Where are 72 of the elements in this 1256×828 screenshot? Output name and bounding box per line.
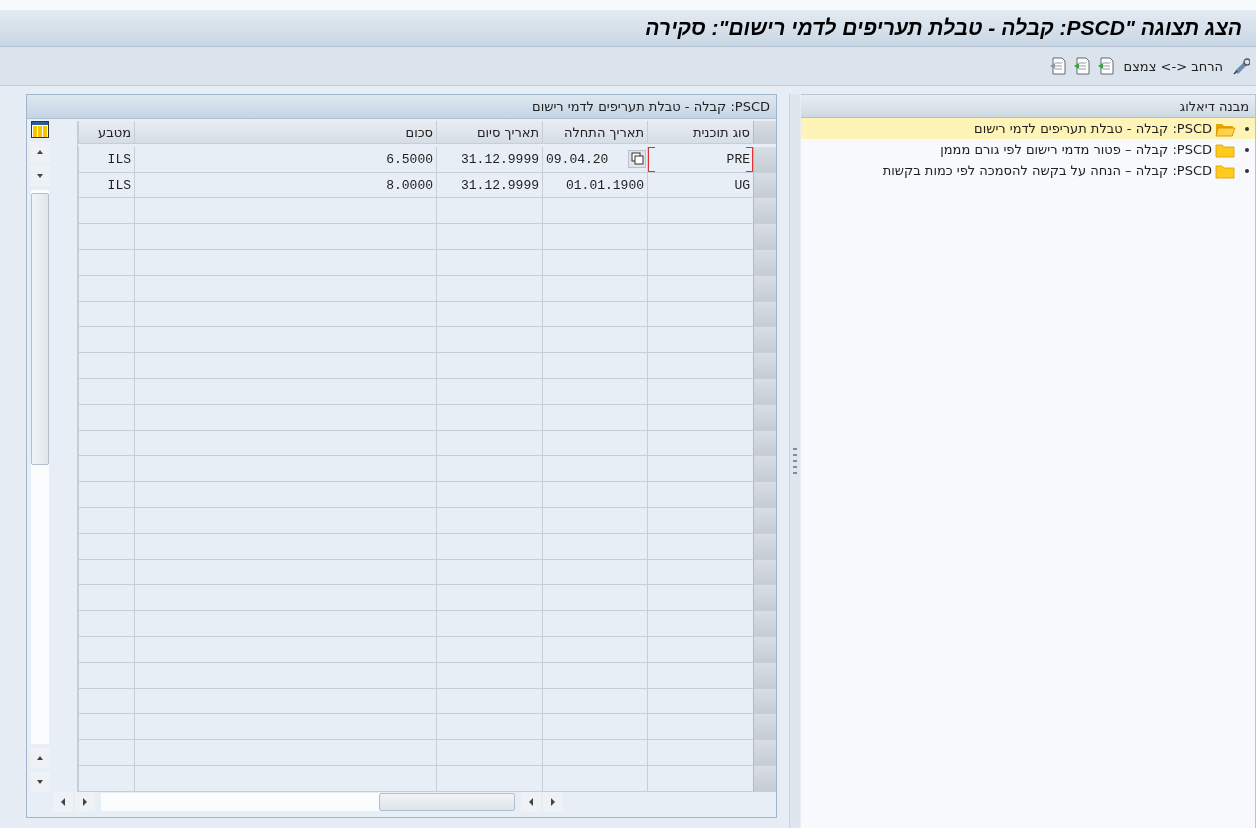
table-cell: 31.12.9999 xyxy=(436,172,542,199)
scrollbar-thumb[interactable] xyxy=(379,793,515,812)
row-selector[interactable] xyxy=(753,714,776,741)
row-selector[interactable] xyxy=(753,456,776,483)
triangle-right-icon xyxy=(548,797,558,808)
row-selector[interactable] xyxy=(753,508,776,534)
table-cell: UG xyxy=(647,172,753,199)
splitter-handle-icon[interactable] xyxy=(793,448,797,474)
row-selector[interactable] xyxy=(753,585,776,612)
bullet-icon xyxy=(1245,147,1249,152)
column-header[interactable]: תאריך סיום xyxy=(436,121,542,145)
table-cell: 09.04.20 xyxy=(542,146,647,173)
scroll-down-button[interactable] xyxy=(30,166,50,187)
table-cell: ILS xyxy=(78,172,134,199)
document-add-icon[interactable] xyxy=(1096,57,1115,75)
copy-icon xyxy=(630,152,644,166)
scroll-up-button[interactable] xyxy=(30,142,50,163)
row-selector[interactable] xyxy=(753,404,776,431)
column-header[interactable]: סוג תוכנית xyxy=(647,121,753,145)
table-settings-icon[interactable] xyxy=(31,121,49,139)
row-selector[interactable] xyxy=(753,533,776,560)
row-selector[interactable] xyxy=(753,740,776,766)
scroll-left-button[interactable] xyxy=(53,792,73,813)
tree-item[interactable]: PSCD: קבלה – פטור מדמי רישום לפי גורם מממן xyxy=(940,142,1212,157)
table-cell: 6.5000 xyxy=(134,146,436,173)
row-selector[interactable] xyxy=(753,146,776,173)
table-cell: ILS xyxy=(78,146,134,173)
scrollbar-track[interactable] xyxy=(31,190,49,744)
row-selector[interactable] xyxy=(753,353,776,379)
table-cell: 31.12.9999 xyxy=(436,146,542,173)
table-title: PSCD: קבלה - טבלת תעריפים לדמי רישום xyxy=(532,99,770,114)
panel-title: מבנה דיאלוג xyxy=(1179,98,1249,114)
row-selector[interactable] xyxy=(753,636,776,663)
row-selector[interactable] xyxy=(753,172,776,199)
row-selector[interactable] xyxy=(753,765,776,792)
row-selector[interactable] xyxy=(753,688,776,715)
bullet-icon xyxy=(1245,168,1249,173)
table-cell[interactable]: PRE xyxy=(647,146,753,173)
bullet-icon xyxy=(1245,126,1249,131)
row-selector[interactable] xyxy=(753,482,776,508)
row-selector[interactable] xyxy=(753,611,776,637)
scrollbar-thumb[interactable] xyxy=(31,193,49,466)
scroll-right-button[interactable] xyxy=(75,792,95,813)
triangle-right-icon xyxy=(80,797,90,808)
row-selector[interactable] xyxy=(753,275,776,302)
scroll-left-button[interactable] xyxy=(521,792,541,813)
value-help-button[interactable] xyxy=(628,149,646,168)
document-export-icon[interactable] xyxy=(1072,57,1091,75)
tree-item[interactable]: PSCD: קבלה – הנחה על בקשה להסמכה לפי כמות בקשות xyxy=(882,163,1212,178)
row-selector[interactable] xyxy=(753,379,776,405)
row-selector[interactable] xyxy=(753,301,776,328)
row-selector[interactable] xyxy=(753,327,776,354)
table-cell: 8.0000 xyxy=(134,172,436,199)
select-all-cell[interactable] xyxy=(753,121,776,145)
document-import-icon[interactable] xyxy=(1048,57,1067,75)
scroll-right-button[interactable] xyxy=(543,792,563,813)
row-selector[interactable] xyxy=(753,198,776,225)
scroll-down-button[interactable] xyxy=(30,771,50,792)
row-selector[interactable] xyxy=(753,224,776,250)
expand-collapse-button[interactable]: הרחב <-> צמצם xyxy=(1120,56,1226,76)
row-selector[interactable] xyxy=(753,250,776,276)
column-header[interactable]: תאריך התחלה xyxy=(542,121,647,145)
row-selector[interactable] xyxy=(753,559,776,586)
scrollbar-track[interactable] xyxy=(101,793,515,812)
row-selector[interactable] xyxy=(753,430,776,457)
column-header[interactable]: סכום xyxy=(134,121,436,145)
splitter[interactable] xyxy=(789,94,800,828)
table-cell: 01.01.1900 xyxy=(542,172,647,199)
row-selector[interactable] xyxy=(753,662,776,689)
scroll-up-button[interactable] xyxy=(30,747,50,768)
window-title: הצג תצוגה "PSCD: קבלה - טבלת תעריפים לדמי רישום": סקירה xyxy=(645,16,1242,40)
column-header[interactable]: מטבע xyxy=(78,121,134,145)
